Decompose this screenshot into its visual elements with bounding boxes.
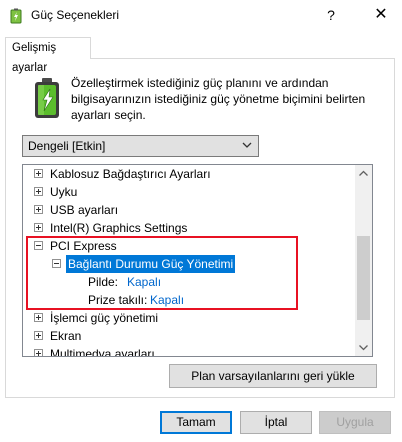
tab-advanced-settings[interactable]: Gelişmiş ayarlar [5, 37, 91, 74]
tree-item-plugged-in[interactable]: Prize takılı: Kapalı [23, 291, 356, 309]
close-button[interactable]: ✕ [366, 3, 396, 27]
collapse-icon[interactable] [34, 241, 43, 250]
tree-item-wireless[interactable]: Kablosuz Bağdaştırıcı Ayarları [23, 165, 356, 183]
expand-icon[interactable] [34, 169, 43, 178]
tree-item-on-battery[interactable]: Pilde: Kapalı [23, 273, 356, 291]
expand-icon[interactable] [34, 187, 43, 196]
tree-item-sleep[interactable]: Uyku [23, 183, 356, 201]
apply-button: Uygula [319, 411, 391, 434]
tree-item-display[interactable]: Ekran [23, 327, 356, 345]
plugged-in-value[interactable]: Kapalı [150, 291, 184, 309]
tree-item-processor-power[interactable]: İşlemci güç yönetimi [23, 309, 356, 327]
selected-item-label: Bağlantı Durumu Güç Yönetimi [66, 255, 236, 273]
expand-icon[interactable] [34, 205, 43, 214]
power-plan-value: Dengeli [Etkin] [28, 139, 106, 153]
power-plan-select[interactable]: Dengeli [Etkin] [22, 135, 259, 157]
on-battery-value[interactable]: Kapalı [127, 273, 161, 291]
cancel-button[interactable]: İptal [240, 411, 312, 434]
tree-item-intel-graphics[interactable]: Intel(R) Graphics Settings [23, 219, 356, 237]
power-options-icon [10, 8, 22, 24]
expand-icon[interactable] [34, 331, 43, 340]
tree-item-link-state-power-management[interactable]: Bağlantı Durumu Güç Yönetimi [23, 255, 356, 273]
help-button[interactable]: ? [318, 3, 344, 27]
tree-item-usb[interactable]: USB ayarları [23, 201, 356, 219]
description-text: Özelleştirmek istediğiniz güç planını ve… [71, 76, 366, 122]
title-bar: Güç Seçenekleri ? ✕ [0, 0, 402, 31]
scroll-down-icon[interactable] [355, 339, 372, 356]
scroll-up-icon[interactable] [355, 165, 372, 182]
tree-scrollbar[interactable] [355, 165, 372, 356]
window-title: Güç Seçenekleri [31, 8, 120, 22]
tree-item-multimedia[interactable]: Multimedya ayarları [23, 345, 356, 356]
collapse-icon[interactable] [52, 259, 61, 268]
on-battery-label: Pilde: [88, 275, 119, 289]
plugged-in-label: Prize takılı: [88, 293, 148, 307]
expand-icon[interactable] [34, 313, 43, 322]
battery-icon [35, 78, 59, 118]
chevron-down-icon [242, 142, 252, 148]
restore-plan-defaults-button[interactable]: Plan varsayılanlarını geri yükle [169, 364, 377, 388]
scroll-thumb[interactable] [357, 236, 370, 320]
ok-button[interactable]: Tamam [160, 411, 232, 434]
tree-item-pci-express[interactable]: PCI Express [23, 237, 356, 255]
expand-icon[interactable] [34, 349, 43, 356]
settings-tree[interactable]: Kablosuz Bağdaştırıcı Ayarları Uyku USB … [22, 164, 373, 357]
expand-icon[interactable] [34, 223, 43, 232]
